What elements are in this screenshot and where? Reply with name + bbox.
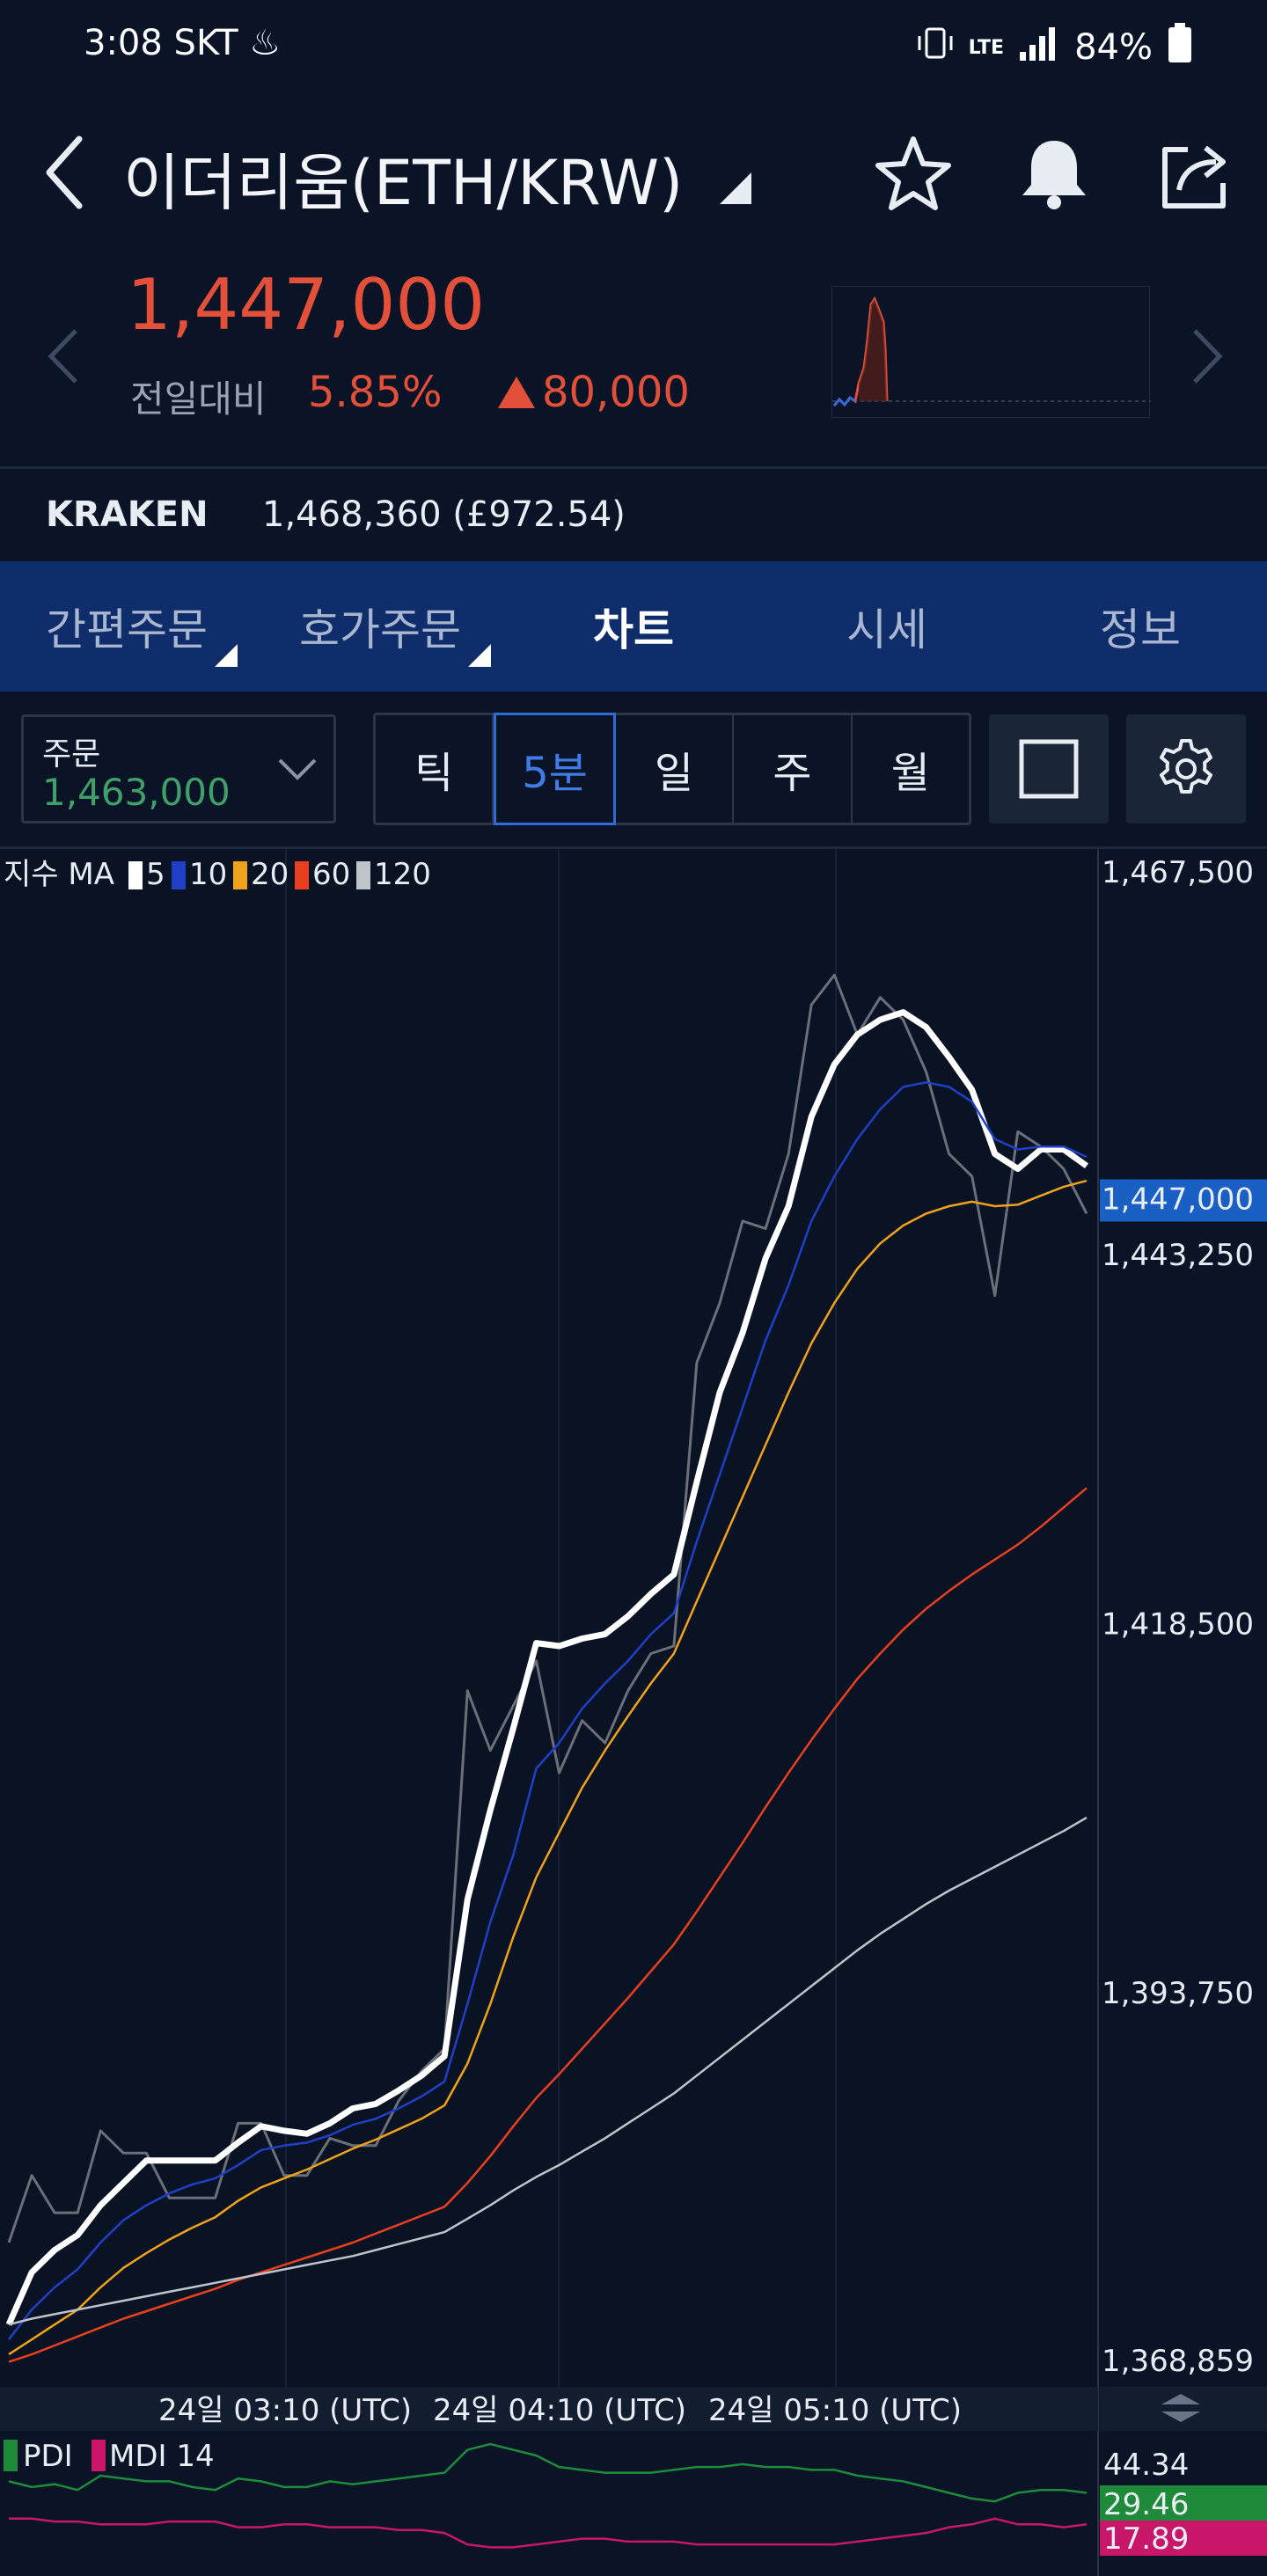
chart-settings-button[interactable] xyxy=(1126,714,1246,823)
interval-day[interactable]: 일 xyxy=(616,715,735,823)
legend-swatch xyxy=(356,861,370,889)
legend-prefix: 지수 MA xyxy=(4,857,114,892)
current-price-label: 1,447,000 xyxy=(1102,1182,1254,1217)
square-icon xyxy=(1019,739,1079,799)
mdi-line xyxy=(9,2517,1088,2549)
tab-label: 정보 xyxy=(1100,604,1181,655)
vibrate-icon xyxy=(916,24,955,71)
indicator-top-tick: 44.34 xyxy=(1103,2448,1189,2483)
status-right: LTE 84% xyxy=(916,23,1193,72)
tab-simple-order[interactable]: 간편주문 xyxy=(0,561,253,692)
gear-icon xyxy=(1160,739,1212,794)
title-dropdown-icon[interactable] xyxy=(720,172,751,204)
up-triangle-icon xyxy=(498,377,535,408)
legend-label: 10 xyxy=(189,857,227,892)
y-tick-label: 1,443,250 xyxy=(1102,1238,1254,1273)
interval-tick[interactable]: 틱 xyxy=(376,715,494,823)
legend-label: 60 xyxy=(312,857,350,892)
kraken-value: 1,468,360 (£972.54) xyxy=(262,494,626,535)
tab-label: 시세 xyxy=(846,604,927,655)
dropdown-corner-icon xyxy=(468,644,491,667)
legend-swatch xyxy=(295,861,309,889)
indicator-panel: PDI MDI 14 44.34 29.4617.89 xyxy=(4,2439,1267,2557)
chart-grid xyxy=(0,849,1099,2576)
kraken-label: KRAKEN xyxy=(46,494,209,535)
bell-icon[interactable] xyxy=(1012,132,1096,216)
notification-icon: ♨ xyxy=(249,23,282,63)
signal-icon xyxy=(1018,24,1060,71)
x-axis-band-right xyxy=(1100,2387,1267,2431)
interval-5min[interactable]: 5분 xyxy=(494,713,616,825)
chevron-down-icon[interactable] xyxy=(276,753,319,785)
back-icon[interactable] xyxy=(39,130,92,215)
prev-coin-arrow-icon[interactable] xyxy=(46,326,81,387)
battery-percent: 84% xyxy=(1074,27,1153,68)
tab-label: 간편주문 xyxy=(46,604,208,655)
chart-y-axis: 1,467,500 1,443,250 1,418,500 1,393,750 1,36… xyxy=(1100,855,1267,2379)
pdi-value: 29.46 xyxy=(1103,2487,1189,2522)
chart-legend: 지수 MA 5 10 20 60 120 xyxy=(4,857,431,892)
x-tick-label: 24일 04:10 (UTC) xyxy=(433,2393,686,2428)
change-label: 전일대비 xyxy=(130,377,267,421)
legend-label: 120 xyxy=(374,857,431,892)
tab-info[interactable]: 정보 xyxy=(1014,561,1267,692)
y-tick-label: 1,368,859 xyxy=(1102,2344,1254,2379)
tab-label: 호가주문 xyxy=(299,604,461,655)
pdi-label: PDI xyxy=(23,2439,73,2474)
coin-title[interactable]: 이더리움(ETH/KRW) xyxy=(123,134,683,223)
change-amount-text: 80,000 xyxy=(542,368,690,417)
order-label: 주문 xyxy=(42,736,101,772)
mdi-label: MDI 14 xyxy=(109,2439,215,2474)
current-price: 1,447,000 xyxy=(127,264,486,346)
interval-week[interactable]: 주 xyxy=(734,715,853,823)
interval-selector: 틱 5분 일 주 월 xyxy=(373,713,971,825)
plot-background xyxy=(0,849,1098,2387)
legend-swatch xyxy=(172,861,186,889)
tab-quotes[interactable]: 시세 xyxy=(760,561,1014,692)
chart-x-axis: 24일 03:10 (UTC) 24일 04:10 (UTC) 24일 05:10 … xyxy=(0,2387,1267,2431)
order-value: 1,463,000 xyxy=(42,771,231,814)
legend-label: 20 xyxy=(251,857,289,892)
tab-bar: 간편주문 호가주문 차트 시세 정보 xyxy=(0,561,1267,692)
price-chart[interactable]: 지수 MA 5 10 20 60 120 1,467,500 1,443,250 1,418,… xyxy=(0,849,1267,2576)
legend-swatch xyxy=(233,861,247,889)
battery-icon xyxy=(1167,23,1193,72)
x-tick-label: 24일 05:10 (UTC) xyxy=(708,2393,962,2428)
legend-label: 5 xyxy=(146,857,165,892)
share-icon[interactable] xyxy=(1153,132,1237,216)
tab-chart[interactable]: 차트 xyxy=(507,561,760,692)
star-icon[interactable] xyxy=(871,132,956,216)
status-time: 3:08 SKT ♨ xyxy=(84,23,281,63)
y-tick-label: 1,467,500 xyxy=(1102,855,1254,890)
tab-orderbook-order[interactable]: 호가주문 xyxy=(253,561,507,692)
interval-month[interactable]: 월 xyxy=(853,715,969,823)
status-time-text: 3:08 xyxy=(84,23,163,63)
tab-label: 차트 xyxy=(593,604,674,655)
dropdown-corner-icon xyxy=(215,644,238,667)
drawing-tool-button[interactable] xyxy=(989,714,1109,823)
x-tick-label: 24일 03:10 (UTC) xyxy=(158,2393,412,2428)
mdi-swatch xyxy=(92,2440,106,2471)
y-tick-label: 1,418,500 xyxy=(1102,1607,1254,1643)
legend-swatch xyxy=(128,861,143,889)
next-coin-arrow-icon[interactable] xyxy=(1190,326,1225,387)
change-amount: 80,000 xyxy=(496,368,690,417)
y-tick-label: 1,393,750 xyxy=(1102,1976,1254,2011)
mini-chart[interactable] xyxy=(831,286,1151,418)
change-percent: 5.85% xyxy=(308,368,443,417)
lte-icon: LTE xyxy=(968,36,1005,59)
divider xyxy=(0,466,1267,469)
pdi-swatch xyxy=(4,2440,18,2471)
status-carrier: SKT xyxy=(173,23,238,63)
mdi-value: 17.89 xyxy=(1103,2521,1189,2557)
